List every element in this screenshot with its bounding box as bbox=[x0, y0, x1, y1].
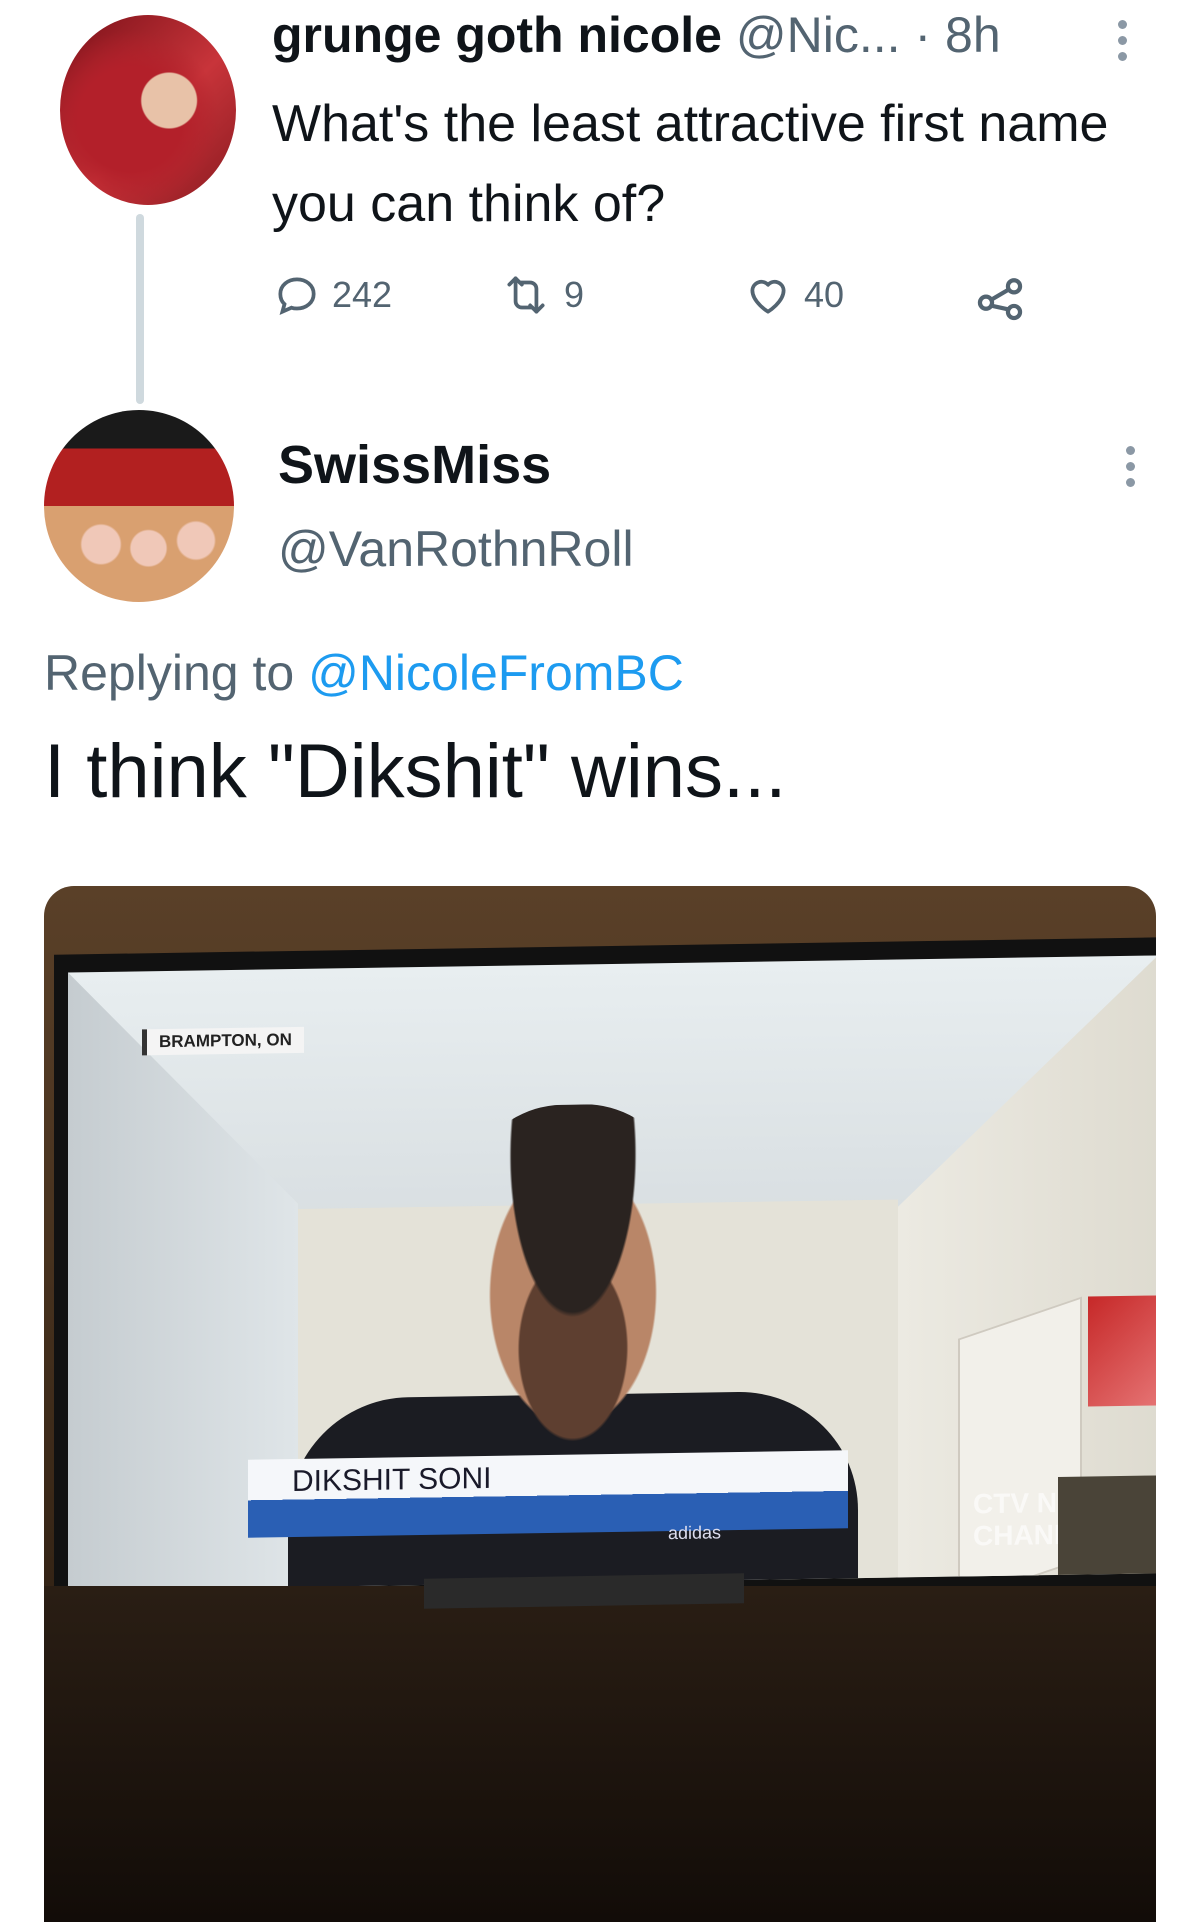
parent-header: grunge goth nicole @Nic... · 8h bbox=[272, 6, 1001, 64]
reply-avatar[interactable] bbox=[44, 410, 234, 602]
parent-avatar[interactable] bbox=[60, 15, 236, 205]
share-icon bbox=[972, 270, 1028, 326]
parent-more-vertical-icon[interactable] bbox=[1118, 20, 1132, 68]
wall-poster bbox=[1088, 1295, 1156, 1407]
parent-handle[interactable]: @Nic... bbox=[736, 7, 901, 63]
like-button[interactable]: 40 bbox=[742, 270, 844, 320]
heart-icon bbox=[742, 270, 794, 320]
retweet-icon bbox=[498, 270, 554, 320]
shirt-brand-logo: adidas bbox=[668, 1522, 722, 1544]
like-count: 40 bbox=[804, 274, 845, 315]
retweet-button[interactable]: 9 bbox=[498, 270, 584, 320]
inset-video bbox=[1058, 1475, 1156, 1576]
share-button[interactable] bbox=[972, 270, 1028, 326]
parent-separator: · bbox=[914, 7, 932, 63]
tweet-media-photo[interactable]: BRAMPTON, ON DIKSHIT SONI adidas CTV NEW… bbox=[44, 886, 1156, 1922]
parent-timestamp[interactable]: 8h bbox=[945, 7, 1001, 63]
tv-cabinet bbox=[44, 1586, 1156, 1922]
parent-tweet-text: What's the least attractive first name y… bbox=[272, 95, 1109, 233]
reply-display-name[interactable]: SwissMiss bbox=[278, 434, 551, 496]
tv-stand bbox=[424, 1573, 744, 1609]
lower-third-banner: DIKSHIT SONI bbox=[248, 1450, 848, 1538]
location-tag: BRAMPTON, ON bbox=[142, 1026, 304, 1056]
replying-mention-link[interactable]: @NicoleFromBC bbox=[308, 645, 684, 701]
reply-more-vertical-icon[interactable] bbox=[1126, 446, 1140, 494]
reply-tweet-text: I think "Dikshit" wins... bbox=[44, 729, 787, 814]
replying-prefix: Replying to bbox=[44, 645, 295, 701]
thread-connector-line bbox=[136, 214, 144, 404]
replying-to-line: Replying to @NicoleFromBC bbox=[44, 644, 684, 702]
lower-third-name: DIKSHIT SONI bbox=[292, 1461, 492, 1499]
comment-icon bbox=[272, 270, 322, 320]
reply-button[interactable]: 242 bbox=[272, 270, 392, 320]
retweet-count: 9 bbox=[564, 274, 585, 315]
parent-display-name[interactable]: grunge goth nicole bbox=[272, 7, 722, 63]
reply-count: 242 bbox=[332, 274, 393, 315]
reply-handle[interactable]: @VanRothnRoll bbox=[278, 520, 634, 578]
tv-screen: BRAMPTON, ON DIKSHIT SONI adidas CTV NEW… bbox=[68, 955, 1156, 1591]
